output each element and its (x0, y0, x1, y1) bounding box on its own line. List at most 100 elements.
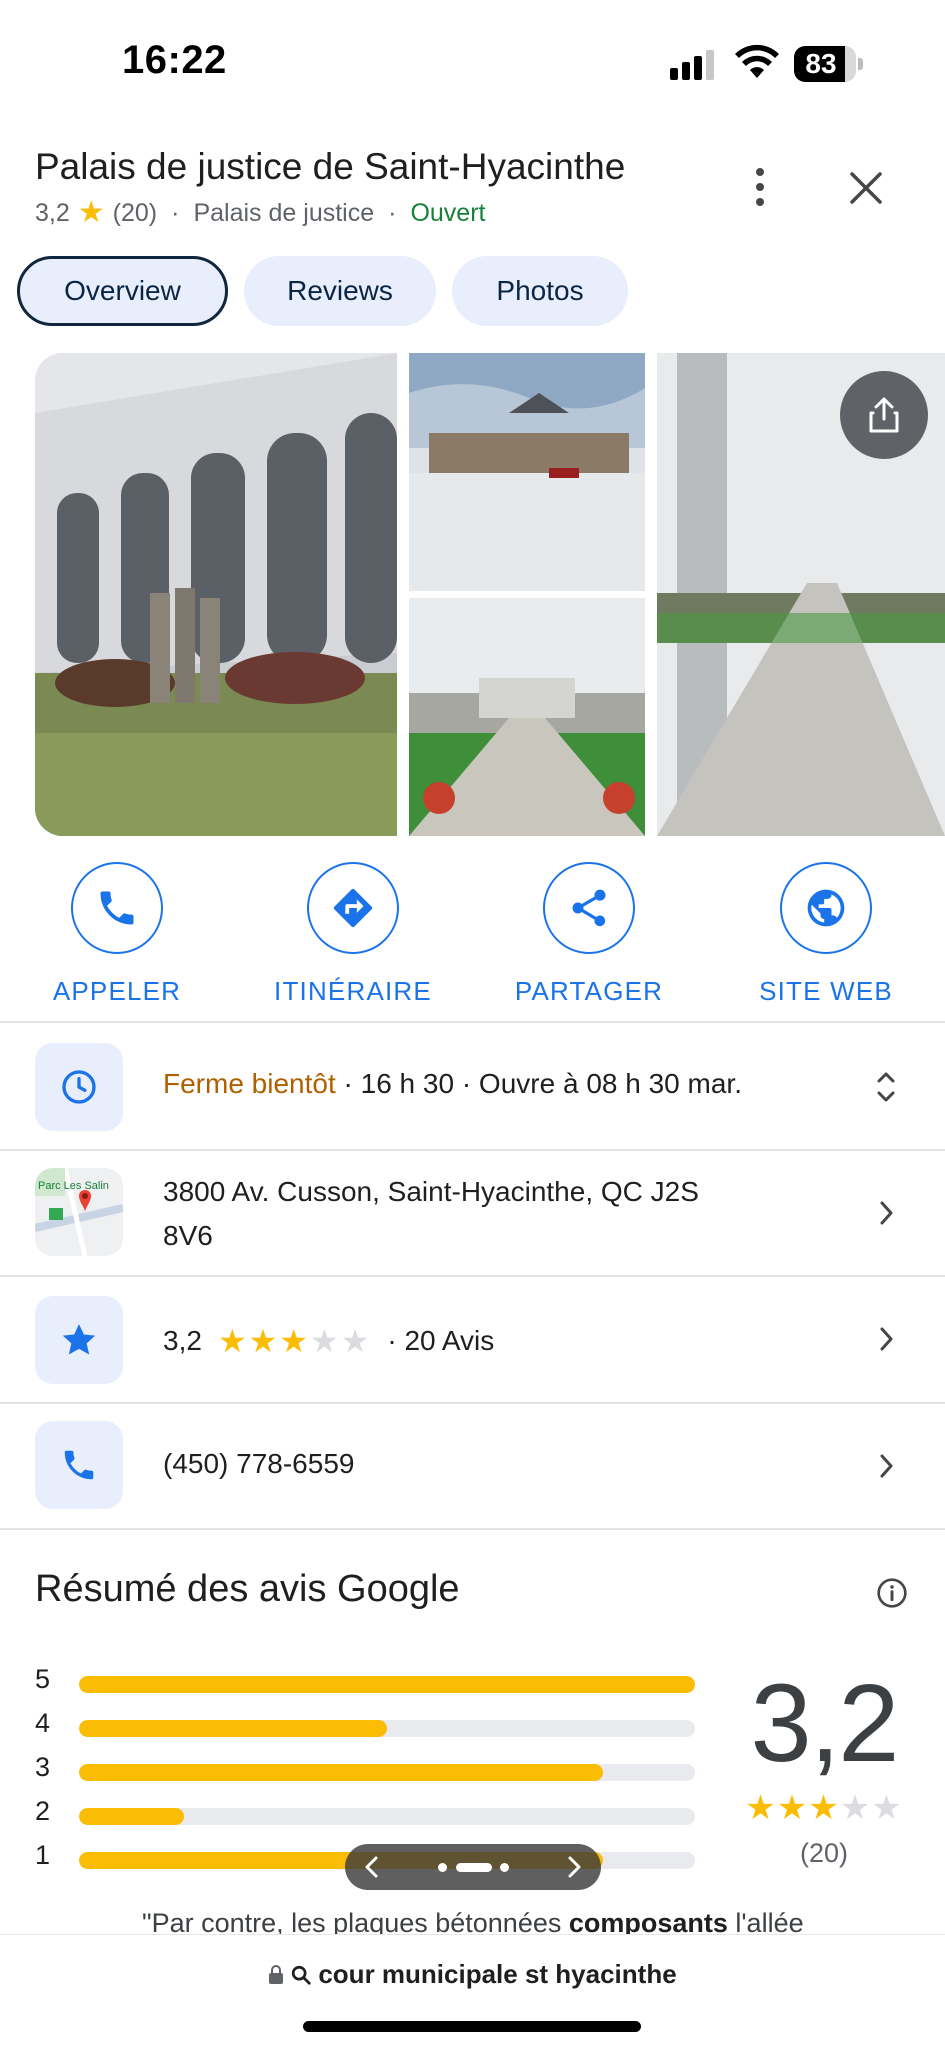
reviews-summary-title: Résumé des avis Google (35, 1568, 460, 1610)
carousel-dot-active[interactable] (456, 1863, 492, 1872)
globe-icon (807, 889, 845, 927)
status-time: 16:22 (122, 38, 227, 82)
carousel-dot[interactable] (438, 1863, 447, 1872)
rating-bar-row: 2 (35, 1792, 695, 1836)
website-button[interactable]: SITE WEB (726, 862, 926, 1007)
star-filled-icon: ★ (776, 1789, 809, 1827)
action-bar: APPELER ITINÉRAIRE PARTAGER SITE WEB (0, 862, 945, 1006)
rating-row[interactable]: 3,2 ★★★★★ · 20 Avis (0, 1277, 945, 1402)
phone-icon (100, 891, 134, 925)
rating-bar-track (79, 1676, 695, 1693)
info-icon[interactable] (876, 1577, 908, 1609)
rating-reviews: · 20 Avis (387, 1325, 495, 1356)
lock-icon (269, 1964, 284, 1984)
phone-icon-container (35, 1421, 123, 1509)
star-icon (62, 1324, 96, 1355)
rating-bar-fill (79, 1720, 387, 1737)
share-upload-icon (869, 397, 899, 433)
share-photo-button[interactable] (840, 371, 928, 459)
star-icon: ★ (77, 196, 105, 229)
chevron-right-icon[interactable] (874, 1198, 898, 1228)
separator-dot: · (171, 198, 180, 227)
battery-level: 83 (805, 48, 837, 79)
address-row[interactable]: Parc Les Salin 3800 Av. Cusson, Saint-Hy… (0, 1151, 945, 1275)
star-empty-icon: ★ (871, 1789, 903, 1827)
home-indicator[interactable] (303, 2021, 641, 2032)
share-button[interactable]: PARTAGER (489, 862, 689, 1007)
directions-icon (333, 888, 373, 928)
call-label: APPELER (52, 976, 182, 1006)
tab-reviews[interactable]: Reviews (244, 256, 436, 326)
directions-button[interactable]: ITINÉRAIRE (253, 862, 453, 1007)
clock-icon-container (35, 1043, 123, 1131)
address-bar-text: cour municipale st hyacinthe (318, 1959, 677, 1989)
place-rating: 3,2 (35, 198, 70, 227)
average-score: 3,2 (750, 1662, 900, 1785)
cellular-signal-icon (670, 50, 720, 80)
address-line-1: 3800 Av. Cusson, Saint-Hyacinthe, QC J2S (163, 1176, 699, 1207)
call-button[interactable]: APPELER (17, 862, 217, 1007)
rating-bar-label: 5 (35, 1664, 51, 1694)
search-icon (292, 1965, 311, 1985)
phone-number: (450) 778-6559 (163, 1448, 355, 1479)
photo-walkway[interactable] (409, 598, 645, 836)
star-icon-container (35, 1296, 123, 1384)
rating-bar-fill (79, 1764, 603, 1781)
chevron-right-icon[interactable] (561, 1854, 587, 1880)
hours-detail: · 16 h 30 · Ouvre à 08 h 30 mar. (335, 1068, 742, 1099)
address-text: 3800 Av. Cusson, Saint-Hyacinthe, QC J2S… (163, 1170, 699, 1258)
tab-photos[interactable]: Photos (452, 256, 628, 326)
browser-address-bar[interactable]: cour municipale st hyacinthe (0, 1934, 945, 2048)
directions-label: ITINÉRAIRE (274, 976, 432, 1006)
divider (0, 1528, 945, 1530)
phone-row[interactable]: (450) 778-6559 (0, 1404, 945, 1528)
average-stars: ★★★★★ (736, 1788, 912, 1828)
hours-text: Ferme bientôt · 16 h 30 · Ouvre à 08 h 3… (163, 1068, 742, 1100)
rating-bar-row: 5 (35, 1660, 695, 1704)
place-category: Palais de justice (193, 198, 375, 227)
chevron-right-icon[interactable] (874, 1451, 898, 1481)
rating-stars: ★★★★★ (218, 1322, 371, 1360)
hours-status: Ferme bientôt (163, 1068, 336, 1099)
star-filled-icon: ★ (279, 1323, 310, 1359)
rating-bar-track (79, 1764, 695, 1781)
photo-gallery[interactable] (35, 353, 945, 836)
star-empty-icon: ★ (340, 1323, 372, 1359)
star-filled-icon: ★ (217, 1323, 249, 1359)
battery-icon: 83 (794, 46, 864, 82)
website-label: SITE WEB (759, 976, 893, 1006)
tab-overview[interactable]: Overview (17, 256, 228, 326)
photo-building-arches[interactable] (35, 353, 397, 836)
address-bar-content[interactable]: cour municipale st hyacinthe (0, 1959, 945, 1990)
rating-value: 3,2 (163, 1325, 202, 1356)
rating-bar-track (79, 1720, 695, 1737)
hours-row[interactable]: Ferme bientôt · 16 h 30 · Ouvre à 08 h 3… (0, 1023, 945, 1149)
more-options-icon[interactable] (740, 162, 780, 212)
wifi-icon (735, 44, 779, 78)
rating-bar-label: 2 (35, 1796, 51, 1826)
total-review-count: (20) (799, 1838, 848, 1868)
rating-bar-track (79, 1808, 695, 1825)
place-meta: 3,2 ★ (20) · Palais de justice · Ouvert (35, 198, 485, 228)
star-filled-icon: ★ (248, 1323, 280, 1359)
share-icon (572, 889, 606, 927)
star-filled-icon: ★ (745, 1789, 777, 1827)
star-empty-icon: ★ (839, 1789, 872, 1827)
rating-bar-label: 1 (35, 1840, 51, 1870)
close-icon[interactable] (846, 168, 886, 208)
star-filled-icon: ★ (808, 1789, 840, 1827)
map-label: Parc Les Salin (38, 1180, 109, 1192)
photo-parking-lot[interactable] (409, 353, 645, 591)
map-thumbnail: Parc Les Salin (35, 1168, 123, 1256)
rating-bar-fill (79, 1676, 695, 1693)
tab-bar: Overview Reviews Photos (17, 256, 628, 326)
share-label: PARTAGER (514, 976, 664, 1006)
expand-collapse-icon[interactable] (874, 1069, 898, 1105)
rating-bar-label: 3 (35, 1752, 51, 1782)
carousel-dot[interactable] (500, 1863, 509, 1872)
chevron-left-icon[interactable] (359, 1854, 385, 1880)
rating-bar-fill (79, 1808, 184, 1825)
star-empty-icon: ★ (310, 1323, 341, 1359)
chevron-right-icon[interactable] (874, 1324, 898, 1354)
open-status: Ouvert (410, 198, 486, 227)
